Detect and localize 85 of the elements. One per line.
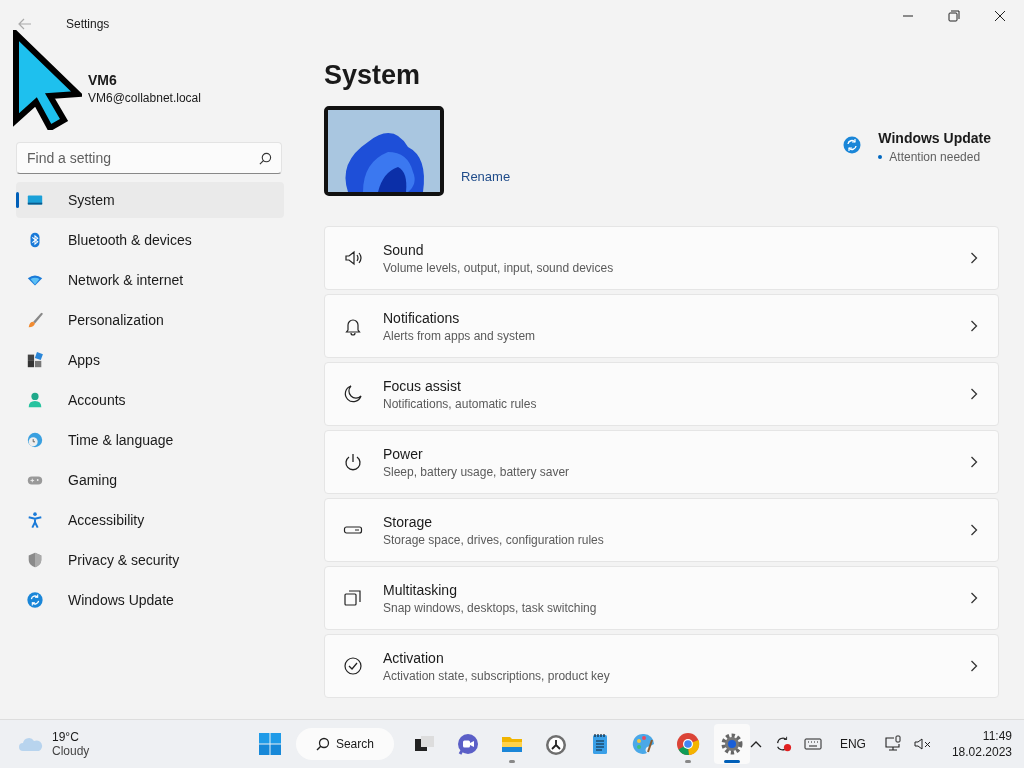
sidebar-item[interactable]: System bbox=[16, 182, 284, 218]
setting-description: Snap windows, desktops, task switching bbox=[383, 600, 598, 615]
temperature: 19°C bbox=[52, 730, 80, 744]
update-status: Attention needed bbox=[889, 150, 981, 164]
shield-icon bbox=[26, 551, 44, 569]
start-icon[interactable] bbox=[257, 732, 282, 756]
setting-description: Sleep, battery usage, battery saver bbox=[383, 464, 571, 479]
chevron-up-icon[interactable] bbox=[749, 740, 762, 748]
muted-speaker-icon[interactable] bbox=[913, 737, 932, 751]
setting-description: Notifications, automatic rules bbox=[383, 396, 538, 411]
chevron-icon bbox=[970, 660, 978, 672]
settings-row[interactable]: Sound Volume levels, output, input, sound devices bbox=[324, 226, 999, 290]
setting-title: Notifications bbox=[383, 309, 461, 326]
mouse-pointer-icon bbox=[12, 30, 82, 130]
chat-icon bbox=[455, 732, 480, 756]
setting-title: Sound bbox=[383, 241, 425, 258]
palette-icon bbox=[631, 732, 656, 756]
settings-row[interactable]: Notifications Alerts from apps and system bbox=[324, 294, 999, 358]
gear-icon bbox=[719, 732, 744, 756]
sidebar-item[interactable]: Accounts bbox=[16, 382, 284, 418]
setting-title: Power bbox=[383, 445, 424, 462]
sidebar-item[interactable]: Accessibility bbox=[16, 502, 284, 538]
taskbar-search[interactable]: Search bbox=[295, 728, 394, 760]
rename-link[interactable]: Rename bbox=[461, 169, 511, 184]
status-dot-icon bbox=[878, 155, 883, 159]
setting-title: Focus assist bbox=[383, 377, 462, 394]
chevron-icon bbox=[970, 320, 978, 332]
taskbar-app[interactable] bbox=[713, 724, 750, 764]
bell-icon bbox=[343, 316, 363, 336]
keyboard-icon[interactable] bbox=[803, 738, 822, 750]
setting-description: Activation state, subscriptions, product key bbox=[383, 668, 611, 683]
restore-icon[interactable] bbox=[948, 10, 960, 22]
clock-icon bbox=[26, 431, 44, 449]
settings-row[interactable]: Focus assist Notifications, automatic rules bbox=[324, 362, 999, 426]
settings-row[interactable]: Multitasking Snap windows, desktops, task switching bbox=[324, 566, 999, 630]
search-icon bbox=[259, 152, 272, 165]
setting-title: Activation bbox=[383, 649, 445, 666]
sidebar-item[interactable]: Gaming bbox=[16, 462, 284, 498]
sidebar-item[interactable]: Bluetooth & devices bbox=[16, 222, 284, 258]
speaker-icon bbox=[343, 248, 363, 268]
moon-icon bbox=[343, 384, 363, 404]
settings-row[interactable]: Activation Activation state, subscriptions, product key bbox=[324, 634, 999, 698]
settings-row[interactable]: Power Sleep, battery usage, battery saver bbox=[324, 430, 999, 494]
input-language[interactable]: ENG bbox=[839, 737, 866, 751]
stacked-windows-icon bbox=[343, 588, 363, 608]
apps-icon bbox=[26, 351, 44, 369]
search-field[interactable]: Find a setting bbox=[16, 142, 282, 174]
setting-title: Storage bbox=[383, 513, 434, 530]
chevron-icon bbox=[970, 252, 978, 264]
search-icon bbox=[315, 737, 330, 751]
person-icon bbox=[26, 391, 44, 409]
setting-title: Multitasking bbox=[383, 581, 458, 598]
sidebar-item[interactable]: Personalization bbox=[16, 302, 284, 338]
brush-icon bbox=[26, 311, 44, 329]
sidebar-item[interactable]: Time & language bbox=[16, 422, 284, 458]
sync-icon bbox=[842, 135, 863, 155]
user-email: VM6@collabnet.local bbox=[88, 91, 202, 105]
close-icon[interactable] bbox=[994, 10, 1006, 22]
clock-date[interactable]: 18.02.2023 bbox=[951, 745, 1012, 759]
sync-icon bbox=[26, 591, 44, 609]
chevron-icon bbox=[970, 592, 978, 604]
setting-description: Volume levels, output, input, sound devices bbox=[383, 260, 615, 275]
chevron-icon bbox=[970, 524, 978, 536]
update-title: Windows Update bbox=[878, 130, 991, 146]
browser-icon bbox=[675, 732, 700, 756]
power-icon bbox=[343, 452, 363, 472]
weather-condition: Cloudy bbox=[52, 744, 90, 758]
alarm-clock-icon bbox=[543, 732, 568, 756]
sidebar-item[interactable]: Apps bbox=[16, 342, 284, 378]
sidebar-item[interactable]: Windows Update bbox=[16, 582, 284, 618]
cloud-icon bbox=[18, 736, 44, 752]
page-title: System bbox=[324, 59, 422, 92]
user-name: VM6 bbox=[88, 72, 118, 88]
setting-description: Storage space, drives, configuration rules bbox=[383, 532, 605, 547]
clock-time[interactable]: 11:49 bbox=[982, 729, 1012, 743]
check-circle-icon bbox=[343, 656, 363, 676]
setting-description: Alerts from apps and system bbox=[383, 328, 537, 343]
chevron-icon bbox=[970, 456, 978, 468]
window-title: Settings bbox=[66, 17, 110, 31]
chevron-icon bbox=[970, 388, 978, 400]
network-monitor-icon[interactable] bbox=[883, 735, 902, 753]
sidebar-item[interactable]: Privacy & security bbox=[16, 542, 284, 578]
sidebar-item[interactable]: Network & internet bbox=[16, 262, 284, 298]
settings-row[interactable]: Storage Storage space, drives, configuration rules bbox=[324, 498, 999, 562]
accessibility-icon bbox=[26, 511, 44, 529]
